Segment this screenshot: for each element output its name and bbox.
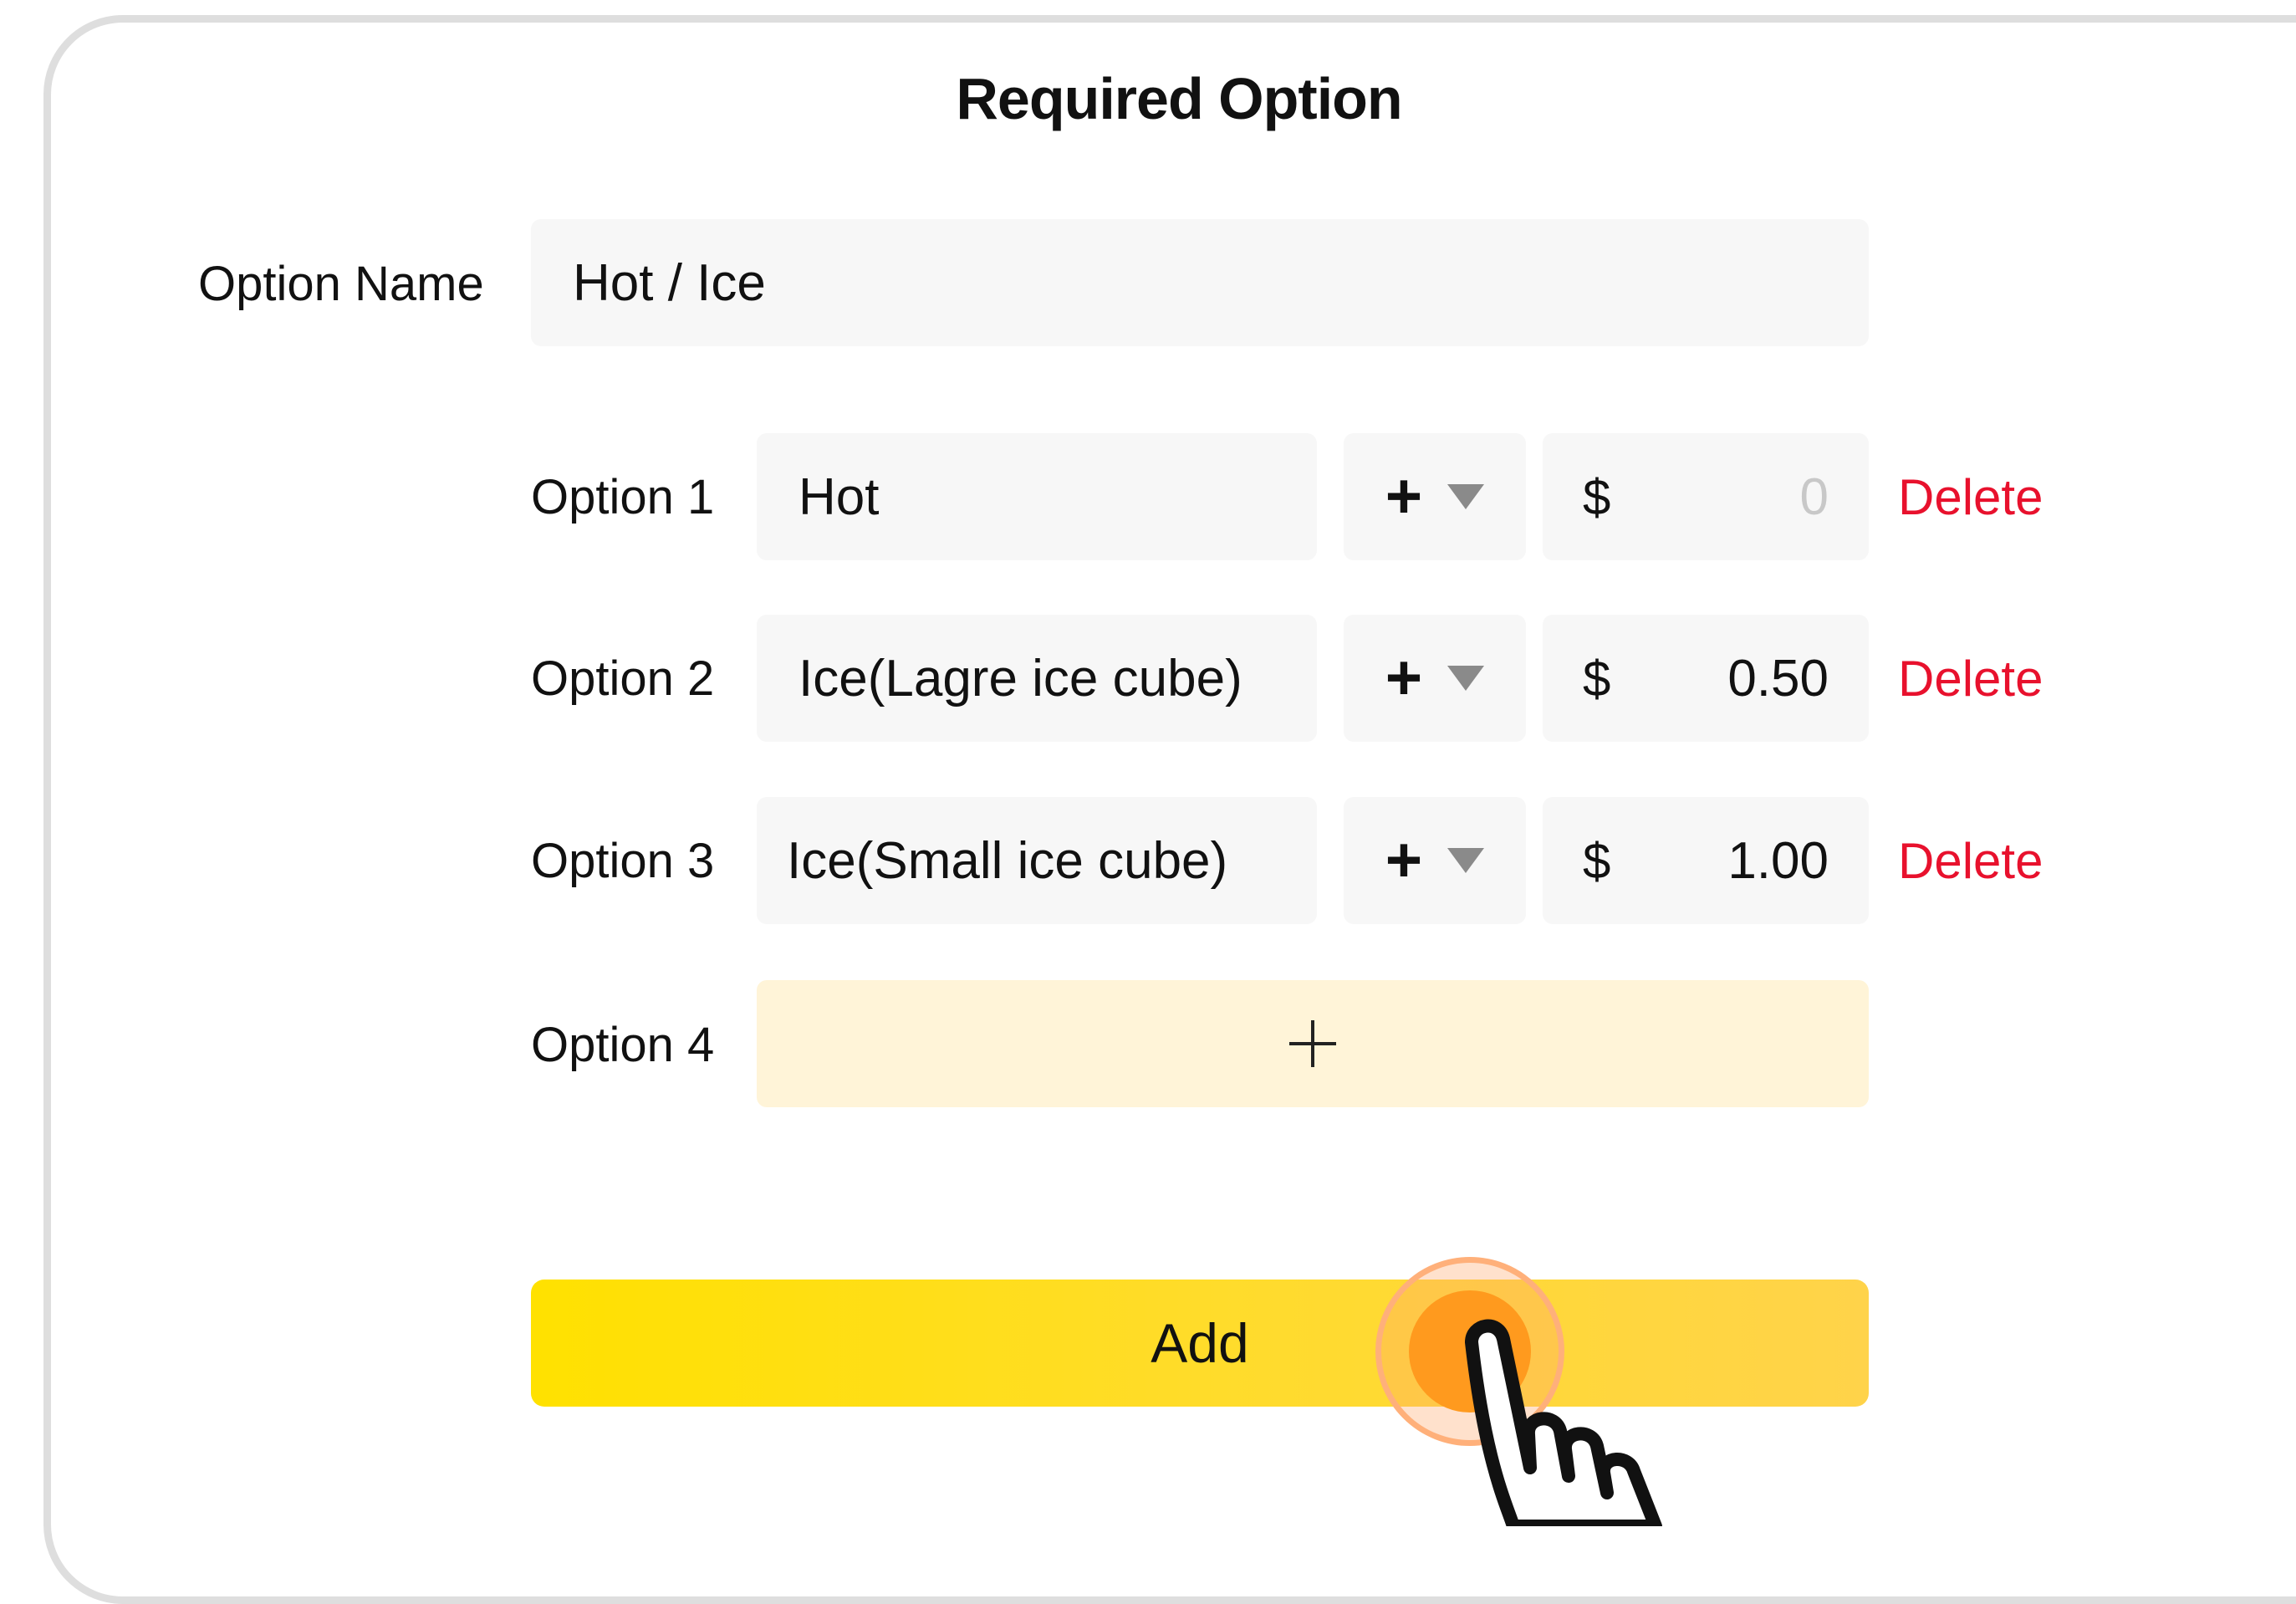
option-3-delete-button[interactable]: Delete — [1898, 832, 2043, 891]
option-1-operator-select[interactable]: + — [1344, 433, 1526, 560]
caret-down-icon — [1447, 848, 1485, 873]
currency-symbol: $ — [1583, 468, 1611, 525]
plus-sign: + — [1385, 461, 1423, 532]
option-4-label: Option 4 — [531, 1018, 715, 1072]
option-3-price-input[interactable]: $ 1.00 — [1543, 797, 1869, 924]
option-1-price-input[interactable]: $ 0 — [1543, 433, 1869, 560]
option-2-name-input[interactable]: Ice(Lagre ice cube) — [757, 615, 1317, 742]
option-3-name-input[interactable]: Ice(Small ice cube) — [757, 797, 1317, 924]
price-value: 0.50 — [1727, 649, 1829, 707]
option-1-label: Option 1 — [531, 470, 715, 524]
option-2-label: Option 2 — [531, 651, 715, 706]
plus-sign: + — [1385, 825, 1423, 896]
option-1-name-input[interactable]: Hot — [757, 433, 1317, 560]
caret-down-icon — [1447, 666, 1485, 691]
plus-icon — [1289, 1020, 1336, 1067]
option-2-operator-select[interactable]: + — [1344, 615, 1526, 742]
price-value: 1.00 — [1727, 831, 1829, 890]
plus-sign: + — [1385, 642, 1423, 713]
option-name-label: Option Name — [198, 257, 484, 311]
option-2-price-input[interactable]: $ 0.50 — [1543, 615, 1869, 742]
page-title: Required Option — [956, 66, 1402, 131]
hand-pointer-icon — [1465, 1319, 1662, 1526]
option-1-delete-button[interactable]: Delete — [1898, 468, 2043, 527]
option-name-input[interactable]: Hot / Ice — [531, 219, 1869, 346]
option-3-label: Option 3 — [531, 834, 715, 888]
currency-symbol: $ — [1583, 650, 1611, 707]
caret-down-icon — [1447, 484, 1485, 509]
add-option-button[interactable] — [757, 980, 1869, 1107]
option-3-operator-select[interactable]: + — [1344, 797, 1526, 924]
currency-symbol: $ — [1583, 832, 1611, 889]
option-2-delete-button[interactable]: Delete — [1898, 650, 2043, 708]
price-placeholder: 0 — [1799, 467, 1829, 526]
